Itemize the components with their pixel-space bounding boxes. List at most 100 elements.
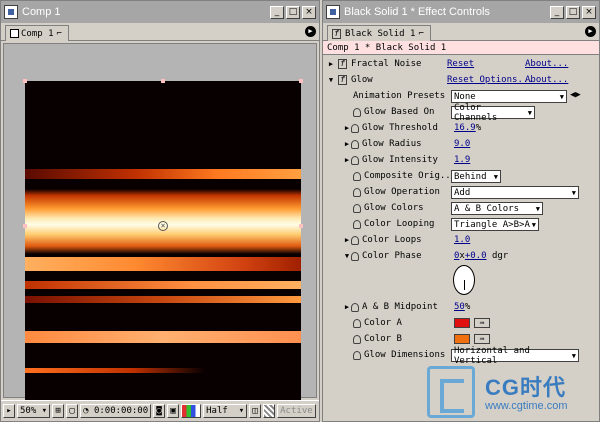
param-label: Glow Intensity — [362, 155, 438, 165]
stopwatch-icon[interactable] — [353, 203, 361, 213]
stopwatch-icon[interactable] — [353, 171, 361, 181]
reset-options-link[interactable]: Reset Options... — [447, 75, 534, 85]
effect-controls-window: Black Solid 1 * Effect Controls _ □ × f … — [322, 0, 600, 422]
comp-viewer[interactable]: × — [3, 43, 317, 413]
layer-handle[interactable] — [23, 79, 27, 83]
transparency-grid-icon[interactable] — [263, 403, 276, 418]
expand-triangle-icon[interactable]: ▶ — [343, 303, 351, 311]
stopwatch-icon[interactable] — [353, 219, 361, 229]
glow-dimensions-dropdown[interactable]: Horizontal and Vertical ▼ — [451, 346, 579, 366]
stopwatch-icon[interactable] — [353, 350, 361, 360]
stopwatch-icon[interactable] — [351, 139, 359, 149]
comp-titlebar[interactable]: Comp 1 _ □ × — [1, 1, 319, 23]
watermark-brand: CG时代 — [485, 375, 567, 400]
comp-tab-row: Comp 1 ⌐ ▶ — [1, 23, 319, 41]
effect-row-glow[interactable]: ▼ f Glow Reset Options... About... — [323, 72, 599, 88]
eyedropper-icon[interactable]: ⇛ — [474, 318, 490, 328]
anchor-point-icon[interactable]: × — [158, 221, 168, 231]
reset-link[interactable]: Reset — [447, 59, 525, 69]
active-camera-dropdown[interactable]: Active — [277, 403, 316, 418]
expand-triangle-icon[interactable]: ▶ — [343, 236, 351, 244]
glow-band-upper — [25, 169, 301, 179]
param-value[interactable]: 50 — [454, 302, 465, 312]
effect-name: Fractal Noise — [351, 59, 422, 69]
resolution-dropdown[interactable]: Half ▾ — [203, 403, 248, 418]
safe-zones-icon[interactable]: ⊞ — [52, 403, 65, 418]
close-icon[interactable]: × — [582, 5, 596, 19]
minimize-icon[interactable]: _ — [270, 5, 284, 19]
show-snapshot-icon[interactable]: ▣ — [167, 403, 180, 418]
about-link[interactable]: About... — [525, 59, 568, 69]
composite-original-dropdown[interactable]: Behind ▼ — [451, 170, 501, 183]
param-value[interactable]: 16.9 — [454, 123, 476, 133]
collapse-triangle-icon[interactable]: ▼ — [327, 76, 335, 84]
effect-fx-icon[interactable]: f — [338, 59, 347, 69]
maximize-icon[interactable]: □ — [286, 5, 300, 19]
color-phase-dial[interactable] — [453, 265, 475, 295]
color-a-swatch[interactable] — [454, 318, 470, 328]
maximize-icon[interactable]: □ — [566, 5, 580, 19]
minimize-icon[interactable]: _ — [550, 5, 564, 19]
eyedropper-icon[interactable]: ⇛ — [474, 334, 490, 344]
stopwatch-icon[interactable] — [353, 107, 361, 117]
tab-black-solid-label: Black Solid 1 — [345, 28, 416, 39]
effect-name: Glow — [351, 75, 373, 85]
panel-menu-arrow-icon[interactable]: ▶ — [305, 26, 316, 37]
preset-nav-icon[interactable]: ◀▶ — [570, 90, 581, 100]
color-b-swatch[interactable] — [454, 334, 470, 344]
expand-triangle-icon[interactable]: ▶ — [343, 140, 351, 148]
stopwatch-icon[interactable] — [351, 235, 359, 245]
zoom-dropdown[interactable]: 50% ▾ — [17, 403, 51, 418]
animation-presets-dropdown[interactable]: None ▼ — [451, 90, 567, 103]
stopwatch-icon[interactable] — [351, 155, 359, 165]
param-label: Color Looping — [364, 219, 435, 229]
param-value[interactable]: 9.0 — [454, 139, 470, 149]
glow-band-lower3 — [25, 296, 301, 303]
region-of-interest-icon[interactable]: ◫ — [249, 403, 262, 418]
expand-triangle-icon[interactable]: ▶ — [343, 124, 351, 132]
layer-handle[interactable] — [23, 224, 27, 228]
effect-row-fractal-noise[interactable]: ▶ f Fractal Noise Reset About... — [323, 56, 599, 72]
close-icon[interactable]: × — [302, 5, 316, 19]
stopwatch-icon[interactable] — [351, 302, 359, 312]
stopwatch-icon[interactable] — [351, 123, 359, 133]
timecode-display[interactable]: ◔ 0:00:00:00 — [80, 403, 152, 418]
effect-fx-icon[interactable]: f — [338, 75, 347, 85]
stopwatch-icon[interactable] — [353, 334, 361, 344]
glow-based-on-dropdown[interactable]: Color Channels ▼ — [451, 103, 535, 123]
tab-close-icon[interactable]: ⌐ — [418, 29, 423, 39]
tab-comp1[interactable]: Comp 1 ⌐ — [5, 25, 69, 41]
expand-triangle-icon[interactable]: ▶ — [327, 60, 335, 68]
channel-icon[interactable] — [181, 403, 202, 418]
param-label: Glow Based On — [364, 107, 435, 117]
param-color-a: Color A ⇛ — [323, 315, 599, 331]
panel-menu-arrow-icon[interactable]: ▶ — [585, 26, 596, 37]
fx-titlebar[interactable]: Black Solid 1 * Effect Controls _ □ × — [323, 1, 599, 23]
color-looping-dropdown[interactable]: Triangle A>B>A ▼ — [451, 218, 539, 231]
glow-colors-dropdown[interactable]: A & B Colors ▼ — [451, 202, 543, 215]
layer-handle[interactable] — [161, 79, 165, 83]
snapshot-icon[interactable]: ◙ — [153, 403, 166, 418]
layer-handle[interactable] — [299, 79, 303, 83]
param-value[interactable]: 1.9 — [454, 155, 470, 165]
preview-toggle-icon[interactable]: ▸ — [3, 403, 15, 418]
stopwatch-icon[interactable] — [353, 318, 361, 328]
glow-operation-dropdown[interactable]: Add ▼ — [451, 186, 579, 199]
about-link[interactable]: About... — [525, 75, 568, 85]
tab-black-solid[interactable]: f Black Solid 1 ⌐ — [327, 25, 431, 41]
comp-frame[interactable]: × — [25, 81, 301, 411]
stopwatch-icon[interactable] — [351, 251, 359, 261]
param-label: Glow Radius — [362, 139, 422, 149]
param-value[interactable]: 1.0 — [454, 235, 470, 245]
phase-degrees[interactable]: +0.0 — [465, 251, 487, 261]
expand-triangle-icon[interactable]: ▶ — [343, 156, 351, 164]
collapse-triangle-icon[interactable]: ▼ — [343, 252, 351, 260]
tab-comp1-label: Comp 1 — [21, 28, 54, 39]
param-glow-threshold: ▶ Glow Threshold 16.9% — [323, 120, 599, 136]
param-label: Color A — [364, 318, 402, 328]
mask-toggle-icon[interactable]: ▢ — [66, 403, 79, 418]
stopwatch-icon[interactable] — [353, 187, 361, 197]
dropdown-value: A & B Colors — [454, 203, 520, 214]
tab-close-icon[interactable]: ⌐ — [57, 29, 62, 39]
layer-handle[interactable] — [299, 224, 303, 228]
